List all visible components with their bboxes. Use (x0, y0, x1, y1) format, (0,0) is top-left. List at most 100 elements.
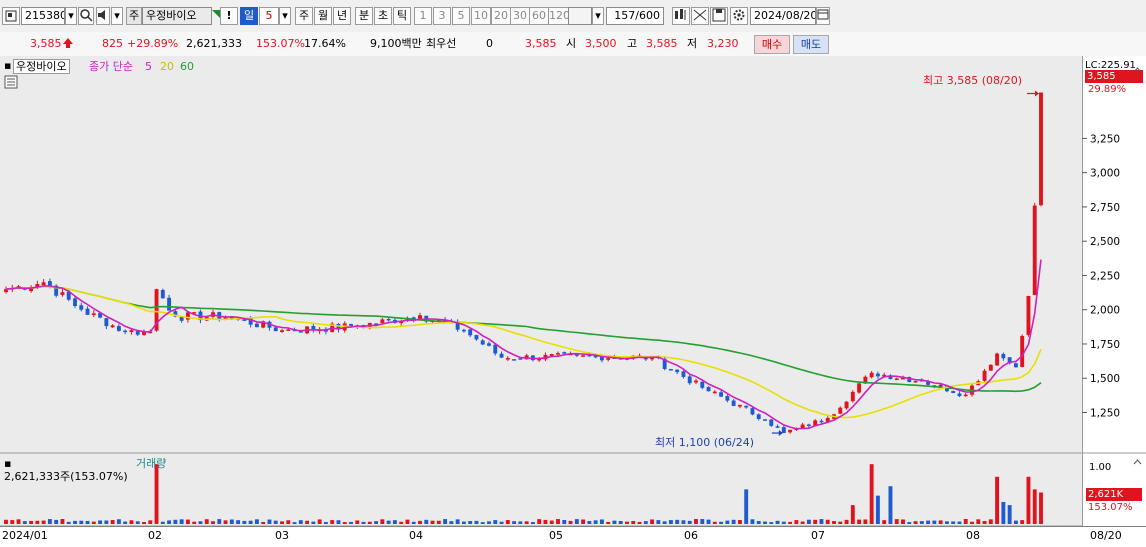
period-count-field[interactable]: 5 (259, 7, 279, 25)
volume-bar (788, 521, 793, 524)
minute-option-10[interactable]: 10 (471, 7, 491, 25)
volume-bar (794, 520, 799, 524)
volume-bar (606, 521, 611, 524)
priority-price: 3,585 (525, 37, 557, 50)
info-button[interactable]: ! (220, 7, 238, 25)
volume-bar (763, 521, 767, 524)
volume-bar (650, 519, 655, 524)
volume-bar (298, 520, 303, 524)
volume-bar (637, 521, 642, 524)
data-count-field[interactable]: 157/600 (606, 7, 664, 25)
candle-body (1001, 353, 1006, 359)
period-year-tab[interactable]: 년 (333, 7, 351, 25)
chart-settings-icon[interactable] (4, 75, 18, 92)
volume-bar (16, 519, 21, 524)
volume-bar (54, 519, 59, 524)
volume-bar (832, 521, 836, 524)
indicator-icon[interactable] (672, 7, 690, 25)
volume-bar (22, 521, 27, 524)
price-panel-scroll-icon[interactable] (1133, 64, 1142, 77)
volume-bar (524, 521, 529, 524)
period-month-tab[interactable]: 월 (314, 7, 332, 25)
crosshair-icon[interactable] (691, 7, 709, 25)
volume-bar (361, 521, 366, 524)
gear-icon[interactable] (730, 7, 748, 25)
volume-bar (806, 519, 811, 524)
minute-option-1[interactable]: 1 (414, 7, 432, 25)
volume-bar (800, 521, 805, 524)
candle-body (769, 419, 774, 426)
save-icon[interactable] (710, 7, 728, 25)
volume-bar (781, 521, 786, 524)
period-second-tab[interactable]: 초 (374, 7, 392, 25)
stock-code-field[interactable]: 215380 (21, 7, 65, 25)
date-label-feb: 02 (148, 529, 162, 542)
buy-button[interactable]: 매수 (754, 35, 790, 54)
date-label-aug: 08 (966, 529, 980, 542)
volume-bar (160, 521, 165, 524)
volume-bar (813, 519, 818, 524)
period-minute-tab[interactable]: 분 (355, 7, 373, 25)
sound-icon[interactable] (96, 7, 110, 25)
chart-layout-icon[interactable] (2, 7, 20, 25)
period-tick-tab[interactable]: 틱 (393, 7, 411, 25)
high-annotation: 최고 3,585 (08/20) (923, 74, 1023, 87)
minute-option-120[interactable]: 120 (548, 7, 570, 25)
volume-bar (894, 519, 899, 524)
candle-body (869, 372, 874, 378)
candle-body (781, 427, 786, 434)
volume-bar (487, 521, 491, 524)
stock-name-field[interactable]: 우정바이오 (142, 7, 212, 25)
volume-bar (461, 521, 466, 524)
candle-body (800, 424, 805, 428)
volume-bar (135, 521, 140, 524)
volume-bar (687, 520, 692, 524)
volume-bar (1001, 501, 1006, 524)
period-count-dropdown-icon[interactable]: ▾ (279, 7, 291, 25)
legend-ma60: 60 (180, 60, 194, 73)
volume-bar (518, 521, 523, 524)
candle-body (763, 419, 767, 421)
candle-body (116, 326, 121, 331)
candle-body (712, 391, 717, 394)
interval-field[interactable] (568, 7, 592, 25)
interval-dropdown-icon[interactable]: ▾ (592, 7, 604, 25)
volume-bar (311, 521, 316, 524)
minute-option-30[interactable]: 30 (510, 7, 530, 25)
volume-bar (66, 521, 71, 524)
minute-option-60[interactable]: 60 (529, 7, 549, 25)
calendar-icon[interactable] (816, 7, 830, 25)
volume-bar (700, 519, 705, 524)
candle-body (110, 325, 115, 328)
volume-bar (775, 520, 780, 524)
volume-bar (1007, 505, 1012, 524)
sell-button[interactable]: 매도 (793, 35, 829, 54)
period-week-tab[interactable]: 주 (295, 7, 313, 25)
price-change-pct: +29.89% (127, 37, 179, 50)
sound-dropdown-icon[interactable]: ▾ (111, 7, 123, 25)
volume-bar (399, 521, 404, 524)
candle-body (104, 318, 109, 327)
candle-body (775, 426, 780, 428)
price-tick-label: 1,500 (1090, 373, 1120, 385)
minute-option-20[interactable]: 20 (491, 7, 511, 25)
code-dropdown-icon[interactable]: ▾ (65, 7, 77, 25)
priority-label: 최우선 (426, 37, 457, 50)
candle-body (694, 380, 698, 383)
volume-panel-scroll-icon[interactable] (1133, 456, 1142, 469)
volume-bar (380, 519, 385, 524)
volume-bar (857, 519, 862, 524)
candlestick-chart[interactable]: 3,250 3,000 2,750 2,500 2,250 2,000 1,750 1,500… (0, 56, 1146, 526)
volume-bar (631, 521, 636, 524)
volume-bar (844, 519, 849, 524)
minute-option-3[interactable]: 3 (433, 7, 451, 25)
volume-bar (98, 520, 103, 524)
date-label-last: 08/20 (1090, 529, 1122, 542)
minute-option-5[interactable]: 5 (452, 7, 470, 25)
volume-bar (342, 522, 347, 524)
volume-bar (1020, 520, 1025, 524)
date-field[interactable]: 2024/08/20 (750, 7, 816, 25)
volume-bar (10, 520, 15, 524)
search-icon[interactable] (78, 7, 94, 25)
period-day-tab[interactable]: 일 (240, 7, 258, 25)
